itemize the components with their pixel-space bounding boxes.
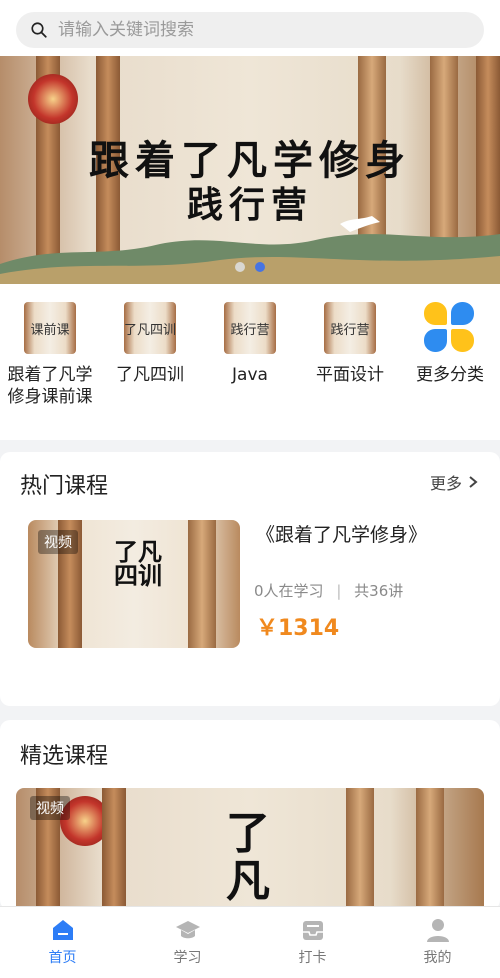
video-badge: 视频 (30, 796, 70, 820)
featured-courses-section: 精选课程 视频 了凡 (0, 720, 500, 910)
learner-count: 0人在学习 (254, 582, 324, 600)
category-thumbnail: 践行营 (324, 302, 376, 354)
section-title: 热门课程 (20, 474, 109, 499)
category-label: 更多分类 (416, 365, 484, 385)
brand-logo (28, 74, 78, 124)
search-bar[interactable] (16, 12, 484, 48)
tab-label: 我的 (423, 950, 452, 966)
search-area (0, 0, 500, 56)
mortarboard-icon (175, 921, 200, 939)
section-title: 精选课程 (20, 744, 109, 769)
course-price: ￥1314 (256, 616, 340, 641)
category-label: 平面设计 (316, 365, 384, 385)
more-link[interactable]: 更多 (430, 470, 478, 494)
tab-label: 打卡 (298, 950, 327, 966)
more-label: 更多 (429, 474, 462, 493)
scroll-decoration (416, 788, 444, 910)
category-item[interactable]: 践行营 Java (200, 284, 300, 440)
tab-home[interactable]: 首页 (0, 907, 125, 978)
scroll-decoration (188, 520, 216, 648)
category-item[interactable]: 践行营 平面设计 (300, 284, 400, 440)
scroll-decoration (102, 788, 126, 910)
course-thumbnail[interactable]: 视频 了凡四训 (28, 520, 240, 648)
thumbnail-calligraphy: 了凡四训 (114, 537, 162, 590)
featured-course-thumbnail[interactable]: 视频 了凡 (16, 788, 484, 910)
clover-icon (424, 302, 476, 354)
category-item[interactable]: 了凡四训 了凡四训 (100, 284, 200, 440)
category-label: Java (232, 365, 268, 385)
search-input[interactable] (58, 20, 458, 40)
course-title[interactable]: 《跟着了凡学修身》 (256, 520, 427, 547)
category-item-more[interactable]: 更多分类 (400, 284, 500, 440)
banner-carousel[interactable]: 跟着了凡学修身 践行营 (0, 56, 500, 284)
category-thumbnail: 践行营 (224, 302, 276, 354)
tab-label: 首页 (48, 950, 77, 966)
carousel-dot[interactable] (235, 262, 245, 272)
home-icon (52, 920, 73, 940)
tab-label: 学习 (173, 950, 202, 966)
category-label: 跟着了凡学修身课前课 (7, 365, 93, 407)
lesson-count: 共36讲 (354, 582, 404, 600)
carousel-dots (0, 262, 500, 272)
scroll-decoration (346, 788, 374, 910)
chevron-right-icon (469, 476, 478, 488)
thumbnail-calligraphy: 了凡 (226, 808, 270, 907)
category-label: 了凡四训 (116, 365, 184, 385)
search-icon (31, 22, 47, 38)
inbox-icon (302, 921, 323, 940)
category-thumbnail: 课前课 (24, 302, 76, 354)
tab-checkin[interactable]: 打卡 (250, 907, 375, 978)
user-icon (426, 919, 449, 942)
bottom-tab-bar: 首页 学习 打卡 我的 (0, 906, 500, 978)
carousel-dot-active[interactable] (255, 262, 265, 272)
category-strip: 课前课 跟着了凡学修身课前课 了凡四训 了凡四训 践行营 Java 践行营 平面… (0, 284, 500, 440)
course-meta: 0人在学习 | 共36讲 (254, 582, 404, 600)
category-thumbnail: 了凡四训 (124, 302, 176, 354)
hot-courses-section: 热门课程 更多 视频 了凡四训 《跟着了凡学修身》 0人在学习 | 共36讲 ￥… (0, 452, 500, 706)
category-item[interactable]: 课前课 跟着了凡学修身课前课 (0, 284, 100, 440)
video-badge: 视频 (38, 530, 78, 554)
mountain-illustration (0, 216, 500, 284)
tab-mine[interactable]: 我的 (375, 907, 500, 978)
tab-learn[interactable]: 学习 (125, 907, 250, 978)
